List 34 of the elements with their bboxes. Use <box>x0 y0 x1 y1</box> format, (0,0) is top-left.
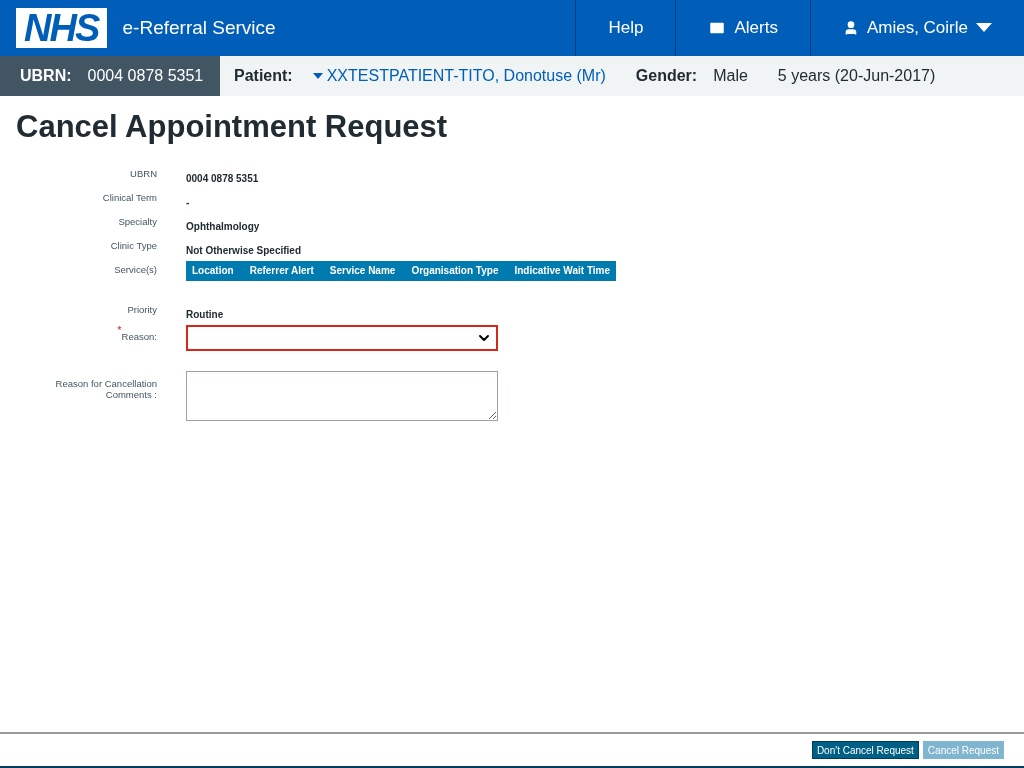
field-label: Service(s) <box>114 262 157 275</box>
comments-field[interactable] <box>186 370 498 421</box>
column-header: Referrer Alert <box>248 264 315 278</box>
field-value: Not Otherwise Specified <box>186 243 302 256</box>
service-name: e-Referral Service <box>122 15 276 40</box>
field-label: Reason: <box>121 330 157 342</box>
field-label: Reason for Cancellation Comments : <box>54 376 157 400</box>
patient-name-link[interactable]: XXTESTPATIENT-TITO, Donotuse (Mr) <box>312 64 606 88</box>
patient-age: 5 years (20-Jun-2017) <box>777 66 936 86</box>
column-header: Location <box>191 264 235 278</box>
reason-dropdown[interactable] <box>186 324 498 351</box>
column-header: Organisation Type <box>410 264 500 278</box>
caret-icon <box>312 73 323 79</box>
field-value: - <box>186 195 190 208</box>
gender-value: Male <box>713 66 748 86</box>
field-value: Ophthalmology <box>186 219 260 232</box>
field-value: 0004 0878 5351 <box>186 171 259 184</box>
nhs-logo[interactable]: NHS <box>16 8 107 48</box>
field-label: Clinic Type <box>110 238 157 251</box>
field-value: Routine <box>186 307 224 320</box>
field-label: Specialty <box>118 214 157 227</box>
ubrn-label: UBRN: <box>20 66 72 86</box>
ubrn-value: 0004 0878 5351 <box>87 66 204 86</box>
patient-label: Patient: <box>234 66 293 86</box>
page-title: Cancel Appointment Request <box>16 108 449 146</box>
required-asterisk: * <box>117 324 122 336</box>
gender-label: Gender: <box>635 66 698 86</box>
field-label: Priority <box>127 302 157 315</box>
column-header: Service Name <box>328 264 397 278</box>
column-header: Indicative Wait Time <box>513 264 612 278</box>
field-label: UBRN <box>130 166 157 179</box>
caret-icon <box>976 23 992 33</box>
field-label: Clinical Term <box>102 190 157 203</box>
footer-button[interactable]: Don't Cancel Request <box>811 741 919 759</box>
